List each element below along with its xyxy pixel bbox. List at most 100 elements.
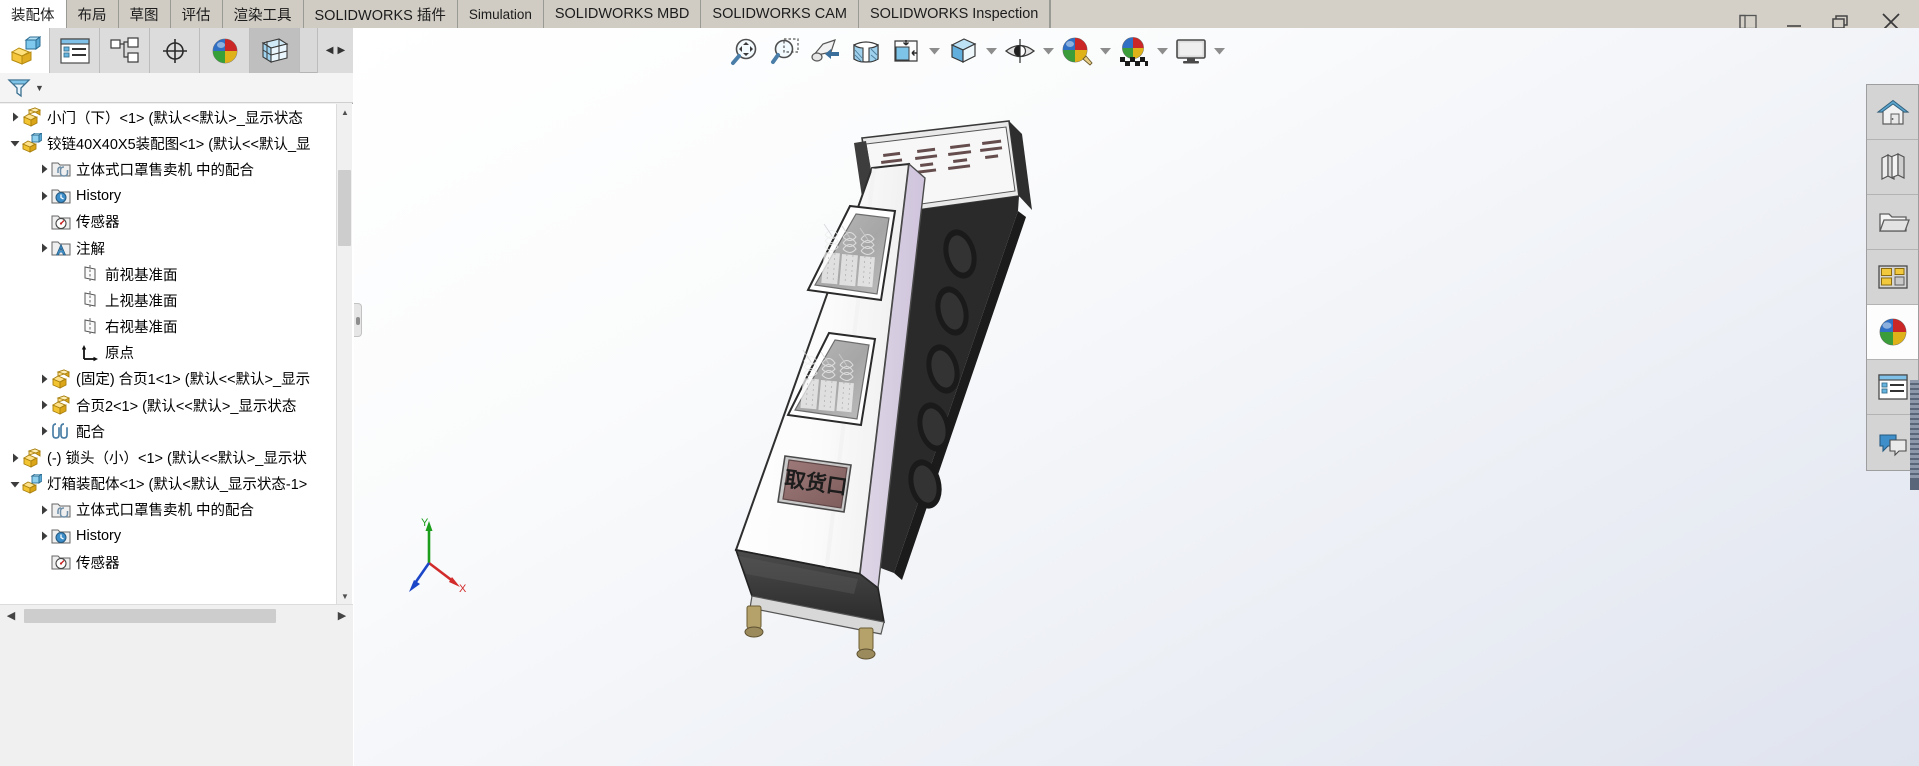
tree-item[interactable]: 传感器 bbox=[0, 209, 353, 235]
graphics-viewport[interactable]: 取货口 Y X bbox=[354, 28, 1919, 766]
tree-item-caret[interactable] bbox=[37, 156, 50, 182]
filter-funnel-icon[interactable] bbox=[6, 77, 32, 99]
tree-item-caret[interactable] bbox=[37, 366, 50, 392]
tree-item[interactable]: 注解 bbox=[0, 235, 353, 261]
tree-hscroll-thumb[interactable] bbox=[24, 609, 276, 623]
task-pane-scroll-strip[interactable] bbox=[1910, 380, 1919, 490]
zoom-to-area-button[interactable] bbox=[766, 30, 806, 72]
ribbon-tab-addins[interactable]: SOLIDWORKS 插件 bbox=[303, 0, 458, 28]
tree-item[interactable]: 传感器 bbox=[0, 549, 353, 575]
ribbon-tab-evaluate[interactable]: 评估 bbox=[170, 0, 223, 28]
chevron-down-icon[interactable] bbox=[10, 138, 20, 148]
tree-item[interactable]: 上视基准面 bbox=[0, 287, 353, 313]
tree-item[interactable]: (-) 锁头（小）<1> (默认<<默认>_显示状 bbox=[0, 444, 353, 470]
panel-collapse-handle[interactable] bbox=[354, 303, 362, 337]
tree-vertical-scrollbar[interactable]: ▲ ▼ bbox=[336, 104, 352, 604]
display-style-button[interactable] bbox=[943, 30, 983, 72]
chevron-right-icon[interactable] bbox=[39, 191, 49, 201]
tree-item[interactable]: 立体式口罩售卖机 中的配合 bbox=[0, 497, 353, 523]
ribbon-tab-simulation[interactable]: Simulation bbox=[457, 0, 544, 28]
chevron-right-icon[interactable] bbox=[10, 453, 20, 463]
tree-item[interactable]: (固定) 合页1<1> (默认<<默认>_显示 bbox=[0, 366, 353, 392]
tree-vscroll-thumb[interactable] bbox=[338, 170, 351, 246]
tree-item-caret[interactable] bbox=[37, 183, 50, 209]
property-manager-tab[interactable] bbox=[50, 28, 100, 73]
scroll-down-arrow[interactable]: ▼ bbox=[337, 588, 353, 604]
chevron-right-icon[interactable] bbox=[39, 243, 49, 253]
dimxpert-manager-tab[interactable] bbox=[150, 28, 200, 73]
edit-appearance-dropdown[interactable] bbox=[1097, 30, 1114, 72]
chevron-right-icon[interactable] bbox=[10, 112, 20, 122]
tree-item[interactable]: 配合 bbox=[0, 418, 353, 444]
tree-item[interactable]: 右视基准面 bbox=[0, 314, 353, 340]
tree-item-caret[interactable] bbox=[8, 471, 21, 497]
chevron-right-icon[interactable]: ▶ bbox=[336, 45, 348, 56]
panel-tab-scroller[interactable]: ◀ ▶ bbox=[317, 28, 353, 73]
tree-item-caret[interactable] bbox=[37, 523, 50, 549]
tree-horizontal-scrollbar[interactable]: ◀ ▶ bbox=[0, 604, 353, 626]
ribbon-tab-assembly[interactable]: 装配体 bbox=[0, 0, 67, 28]
tree-item[interactable]: 立体式口罩售卖机 中的配合 bbox=[0, 156, 353, 182]
ribbon-tab-mbd[interactable]: SOLIDWORKS MBD bbox=[543, 0, 702, 28]
feature-tree[interactable]: 小门（下）<1> (默认<<默认>_显示状态 铰链40X40X5装配图<1> (… bbox=[0, 104, 353, 604]
ribbon-tab-sketch[interactable]: 草图 bbox=[118, 0, 171, 28]
ribbon-tab-cam[interactable]: SOLIDWORKS CAM bbox=[701, 0, 859, 28]
tree-item-caret[interactable] bbox=[8, 104, 21, 130]
feature-manager-tab[interactable] bbox=[0, 28, 50, 73]
scroll-up-arrow[interactable]: ▲ bbox=[337, 104, 353, 120]
ribbon-tab-label: SOLIDWORKS MBD bbox=[554, 6, 690, 22]
tree-item-caret[interactable] bbox=[37, 418, 50, 444]
scroll-left-arrow[interactable]: ◀ bbox=[0, 605, 22, 627]
tree-item-caret[interactable] bbox=[8, 445, 21, 471]
chevron-left-icon[interactable]: ◀ bbox=[324, 45, 336, 56]
sidebar-item-view-palette[interactable] bbox=[1867, 250, 1918, 305]
tree-item[interactable]: 原点 bbox=[0, 340, 353, 366]
chevron-right-icon[interactable] bbox=[39, 164, 49, 174]
sidebar-item-home[interactable] bbox=[1867, 85, 1918, 140]
apply-scene-button[interactable] bbox=[1114, 30, 1154, 72]
tree-item-caret[interactable] bbox=[8, 130, 21, 156]
hide-show-items-button[interactable] bbox=[1000, 30, 1040, 72]
tree-item[interactable]: 小门（下）<1> (默认<<默认>_显示状态 bbox=[0, 104, 353, 130]
previous-view-button[interactable] bbox=[806, 30, 846, 72]
view-orientation-button[interactable] bbox=[886, 30, 926, 72]
display-style-dropdown[interactable] bbox=[983, 30, 1000, 72]
feature-tree-icon bbox=[10, 35, 41, 65]
view-settings-button[interactable] bbox=[1171, 30, 1211, 72]
display-manager-tab[interactable] bbox=[200, 28, 250, 73]
tree-item[interactable]: History bbox=[0, 183, 353, 209]
tree-item[interactable]: 前视基准面 bbox=[0, 261, 353, 287]
cam-feature-tab[interactable] bbox=[250, 28, 300, 73]
view-orientation-dropdown[interactable] bbox=[926, 30, 943, 72]
model-vending-machine[interactable]: 取货口 bbox=[354, 28, 1919, 766]
scroll-right-arrow[interactable]: ▶ bbox=[331, 605, 353, 627]
hide-show-dropdown[interactable] bbox=[1040, 30, 1057, 72]
tree-item-caret[interactable] bbox=[37, 235, 50, 261]
chevron-right-icon[interactable] bbox=[39, 400, 49, 410]
tree-item[interactable]: 铰链40X40X5装配图<1> (默认<<默认_显 bbox=[0, 130, 353, 156]
apply-scene-dropdown[interactable] bbox=[1154, 30, 1171, 72]
sidebar-item-design-library[interactable] bbox=[1867, 140, 1918, 195]
view-settings-dropdown[interactable] bbox=[1211, 30, 1228, 72]
tree-item-caret[interactable] bbox=[37, 392, 50, 418]
tree-item[interactable]: 合页2<1> (默认<<默认>_显示状态 bbox=[0, 392, 353, 418]
tree-item[interactable]: 灯箱装配体<1> (默认<默认_显示状态-1> bbox=[0, 471, 353, 497]
chevron-right-icon[interactable] bbox=[39, 531, 49, 541]
ribbon-tab-inspection[interactable]: SOLIDWORKS Inspection bbox=[858, 0, 1051, 28]
tree-item[interactable]: History bbox=[0, 523, 353, 549]
ribbon-tab-layout[interactable]: 布局 bbox=[66, 0, 119, 28]
sidebar-item-file-explorer[interactable] bbox=[1867, 195, 1918, 250]
chevron-right-icon[interactable] bbox=[39, 374, 49, 384]
chevron-right-icon[interactable] bbox=[39, 426, 49, 436]
edit-appearance-button[interactable] bbox=[1057, 30, 1097, 72]
tree-item-caret[interactable] bbox=[37, 497, 50, 523]
section-view-button[interactable] bbox=[846, 30, 886, 72]
configuration-manager-tab[interactable] bbox=[100, 28, 150, 73]
chevron-down-icon[interactable]: ▼ bbox=[35, 83, 44, 93]
zoom-to-fit-button[interactable] bbox=[726, 30, 766, 72]
ribbon-tab-render-tools[interactable]: 渲染工具 bbox=[222, 0, 304, 28]
sidebar-item-appearances[interactable] bbox=[1867, 305, 1918, 360]
chevron-down-icon[interactable] bbox=[10, 479, 20, 489]
pickup-door[interactable]: 取货口 bbox=[777, 455, 852, 513]
chevron-right-icon[interactable] bbox=[39, 505, 49, 515]
